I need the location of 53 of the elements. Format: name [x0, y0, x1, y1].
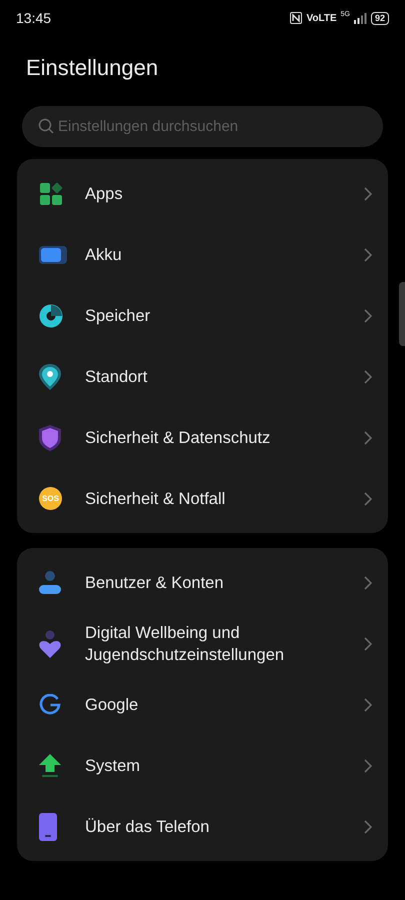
chevron-icon: [364, 186, 372, 200]
item-label: Standort: [85, 366, 148, 388]
location-pin-icon: [39, 364, 61, 390]
settings-item[interactable]: Sicherheit & Datenschutz: [17, 407, 388, 468]
search-field[interactable]: Einstellungen durchsuchen: [22, 106, 383, 147]
chevron-icon: [364, 430, 372, 444]
chevron-icon: [364, 248, 372, 262]
chevron-icon: [364, 636, 372, 650]
chevron-icon: [364, 492, 372, 506]
grid-icon: [39, 182, 63, 206]
item-label: Über das Telefon: [85, 816, 210, 838]
item-label: Akku: [85, 244, 123, 266]
g-logo-icon: [39, 694, 61, 716]
nfc-icon: [290, 12, 302, 24]
item-label: Sicherheit & Notfall: [85, 488, 226, 510]
item-label: Sicherheit & Datenschutz: [85, 428, 272, 448]
chevron-icon: [364, 370, 372, 384]
chevron-icon: [364, 308, 372, 322]
settings-item[interactable]: Speicher: [17, 285, 388, 346]
pie-chart-icon: [39, 304, 63, 328]
network-type: VoLTE: [306, 12, 337, 26]
settings-item[interactable]: Google: [17, 674, 388, 735]
status-time: 13:45: [16, 8, 52, 28]
settings-item[interactable]: System: [17, 735, 388, 796]
search-icon: [38, 118, 54, 134]
chevron-icon: [364, 820, 372, 834]
chevron-icon: [364, 698, 372, 712]
battery-icon: [39, 246, 67, 264]
item-label: Digital Wellbeing und Jugendschutzeinstellungen: [85, 622, 286, 666]
settings-item[interactable]: Standort: [17, 346, 388, 407]
signal-icon: [354, 12, 367, 24]
page-title: Einstellungen: [25, 54, 160, 82]
settings-item[interactable]: Benutzer & Konten: [17, 552, 388, 613]
settings-item[interactable]: Digital Wellbeing und Jugendschutzeinstellungen: [17, 613, 388, 674]
settings-item[interactable]: Über das Telefon: [17, 796, 388, 857]
person-icon: [39, 570, 61, 594]
item-label: System: [85, 756, 142, 776]
chevron-icon: [364, 758, 372, 772]
item-label: Benutzer & Konten: [85, 572, 225, 594]
settings-item[interactable]: Apps: [17, 163, 388, 224]
settings-item[interactable]: Akku: [17, 224, 388, 285]
sos-icon: SOS: [39, 487, 62, 510]
scroll-bar: [399, 282, 405, 346]
person-heart-icon: [39, 630, 61, 658]
item-label: Google: [85, 694, 140, 716]
item-label: Apps: [85, 184, 124, 204]
chevron-icon: [364, 576, 372, 590]
item-label: Speicher: [85, 306, 152, 326]
upload-arrow-icon: [39, 754, 61, 778]
battery-indicator: 92: [370, 12, 389, 24]
shield-icon: [39, 424, 61, 450]
phone-icon: [39, 812, 57, 840]
settings-item[interactable]: SOS Sicherheit & Notfall: [17, 468, 388, 529]
